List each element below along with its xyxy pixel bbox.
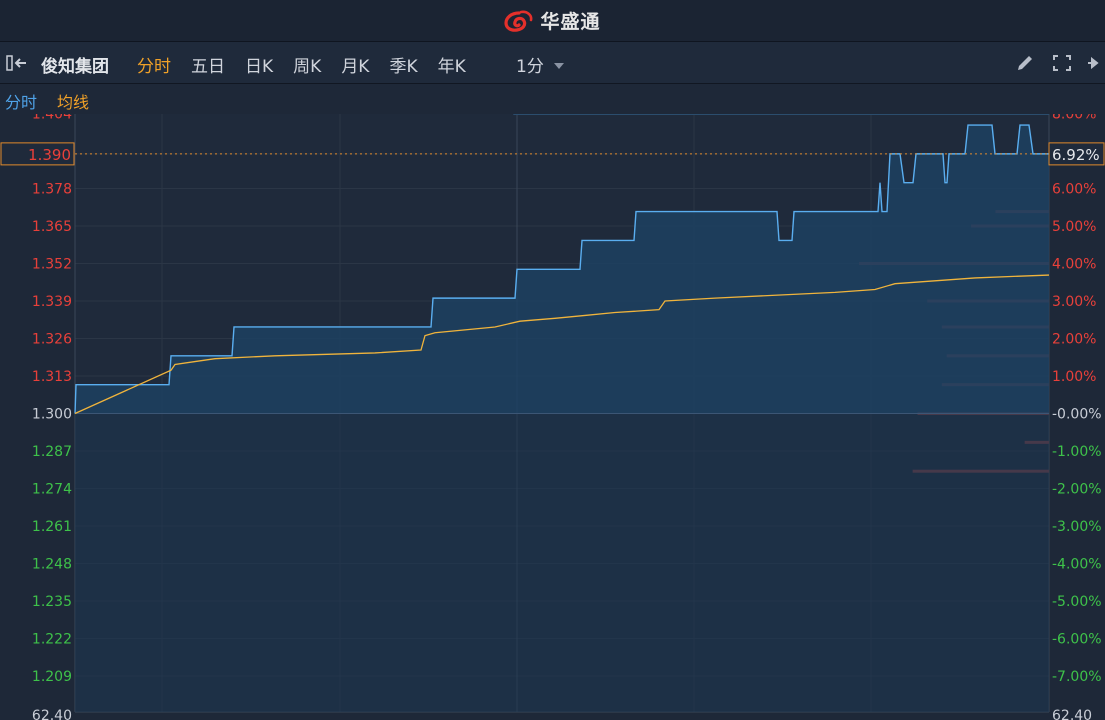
tab-quarterly-k[interactable]: 季K bbox=[389, 52, 417, 77]
y-tick-label-left: 1.300 bbox=[32, 407, 72, 423]
legend-avg-line: 均线 bbox=[57, 93, 90, 112]
brand-logo-icon bbox=[504, 10, 533, 32]
y-tick-label-right: -3.00% bbox=[1052, 519, 1102, 535]
bottom-right-label: 62.40 bbox=[1052, 708, 1092, 720]
y-tick-label-left: 1.235 bbox=[32, 594, 72, 610]
y-tick-label-left: 1.261 bbox=[32, 519, 72, 535]
y-tick-label-right: -1.00% bbox=[1052, 444, 1102, 460]
chart-legend: 分时 均线 bbox=[0, 84, 1105, 114]
current-price-label: 1.390 bbox=[28, 146, 71, 164]
y-tick-label-left: 1.287 bbox=[32, 444, 72, 460]
order-depth-bar bbox=[513, 114, 1049, 115]
y-tick-label-right: -7.00% bbox=[1052, 669, 1102, 685]
y-tick-label-left: 1.274 bbox=[32, 482, 72, 498]
y-tick-label-right: -4.00% bbox=[1052, 557, 1102, 573]
period-label: 1分 bbox=[516, 57, 544, 77]
tab-five-day[interactable]: 五日 bbox=[191, 52, 225, 77]
y-tick-label-left: 1.326 bbox=[32, 332, 72, 348]
period-dropdown[interactable]: 1分 bbox=[516, 52, 564, 77]
period-tabs: 分时 五日 日K 周K 月K 季K 年K bbox=[137, 52, 486, 77]
y-tick-label-left: 1.365 bbox=[32, 219, 72, 235]
y-tick-label-right: 5.00% bbox=[1052, 219, 1096, 235]
tab-intraday[interactable]: 分时 bbox=[137, 52, 171, 77]
fullscreen-icon[interactable] bbox=[1051, 53, 1073, 73]
y-tick-label-left: 1.404 bbox=[32, 114, 72, 123]
tab-weekly-k[interactable]: 周K bbox=[293, 52, 321, 77]
pencil-icon[interactable] bbox=[1015, 53, 1037, 73]
y-tick-label-right: 1.00% bbox=[1052, 369, 1096, 385]
y-tick-label-left: 1.222 bbox=[32, 632, 72, 648]
current-change-label: 6.92% bbox=[1052, 146, 1100, 164]
bottom-left-label: 62.40 bbox=[32, 708, 72, 720]
y-tick-label-right: 2.00% bbox=[1052, 332, 1096, 348]
brand-name: 华盛通 bbox=[540, 11, 601, 33]
y-tick-label-right: 3.00% bbox=[1052, 294, 1096, 310]
y-tick-label-left: 1.378 bbox=[32, 182, 72, 198]
y-tick-label-right: 4.00% bbox=[1052, 257, 1096, 273]
y-tick-label-left: 1.339 bbox=[32, 294, 72, 310]
intraday-chart[interactable]: 1.404 1.390 1.378 1.365 1.352 1.339 1.326 1.313… bbox=[0, 114, 1105, 720]
legend-price-line: 分时 bbox=[5, 93, 38, 112]
y-tick-label-right: -5.00% bbox=[1052, 594, 1102, 610]
y-tick-label-right: -0.00% bbox=[1052, 407, 1102, 423]
tab-daily-k[interactable]: 日K bbox=[245, 52, 273, 77]
chevron-down-icon bbox=[553, 63, 564, 69]
top-bar: 华盛通 bbox=[0, 0, 1105, 42]
tool-icons bbox=[1015, 53, 1099, 73]
toolbar: 俊知集团 分时 五日 日K 周K 月K 季K 年K 1分 bbox=[0, 42, 1105, 84]
tab-monthly-k[interactable]: 月K bbox=[341, 52, 369, 77]
y-tick-label-left: 1.248 bbox=[32, 557, 72, 573]
back-icon[interactable] bbox=[6, 54, 32, 72]
stock-name[interactable]: 俊知集团 bbox=[41, 52, 109, 77]
lower-area-fill bbox=[75, 413, 1049, 712]
y-tick-label-right: 8.00% bbox=[1052, 114, 1096, 123]
brand-logo: 华盛通 bbox=[504, 7, 600, 34]
arrow-right-icon[interactable] bbox=[1087, 53, 1099, 73]
y-tick-label-right: -2.00% bbox=[1052, 482, 1102, 498]
tab-yearly-k[interactable]: 年K bbox=[438, 52, 466, 77]
y-tick-label-right: -6.00% bbox=[1052, 632, 1102, 648]
y-tick-label-left: 1.352 bbox=[32, 257, 72, 273]
y-tick-label-left: 1.313 bbox=[32, 369, 72, 385]
y-tick-label-right: 6.00% bbox=[1052, 182, 1096, 198]
y-tick-label-left: 1.209 bbox=[32, 669, 72, 685]
